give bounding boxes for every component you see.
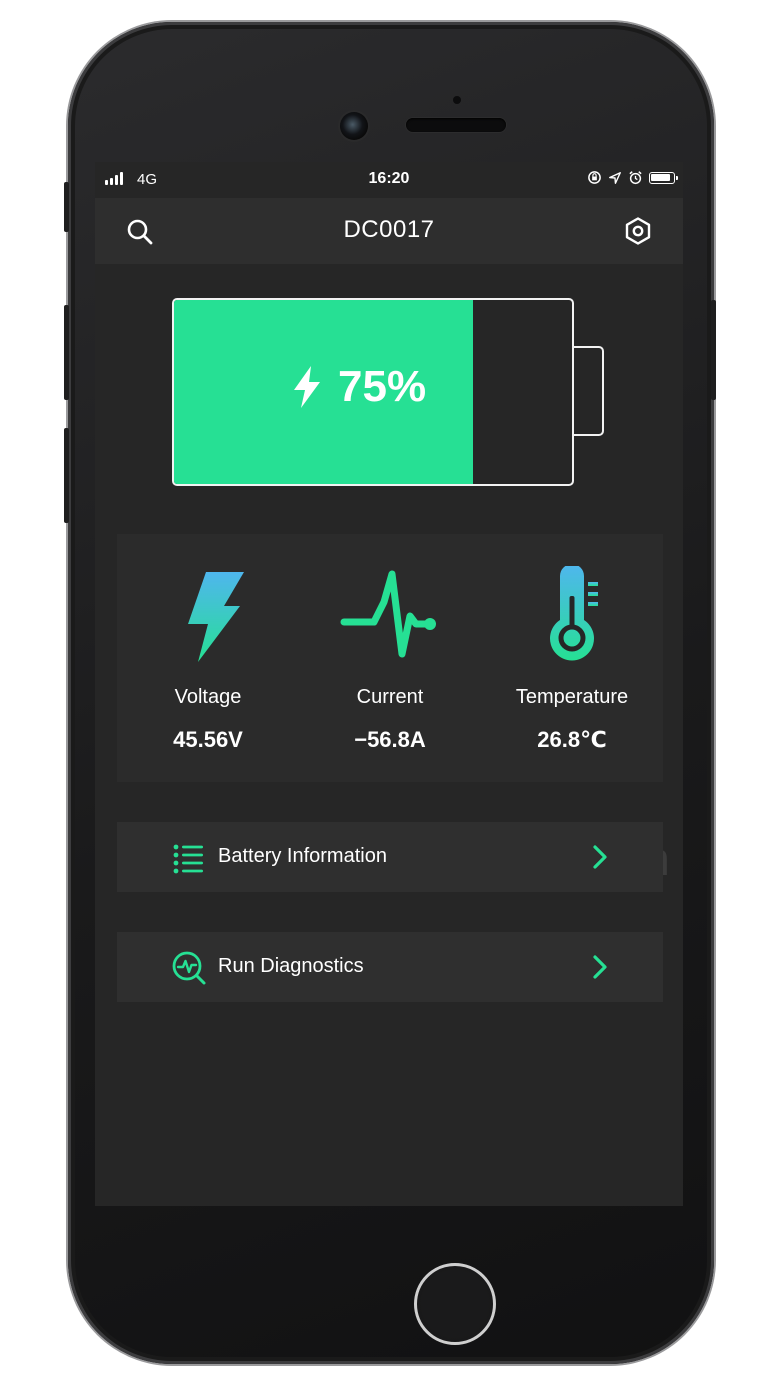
menu-label: Battery Information	[218, 845, 387, 867]
metric-current: Current −56.8A	[299, 566, 481, 753]
metric-temperature: Temperature 26.8℃	[481, 566, 663, 753]
metric-value: −56.8A	[354, 727, 426, 752]
volume-up-button	[64, 305, 69, 400]
nav-bar: DC0017	[95, 198, 683, 264]
metrics-panel: Voltage 45.56V Current −56.8A Temperatur…	[117, 534, 663, 782]
alarm-clock-icon	[629, 171, 642, 185]
metric-label: Temperature	[515, 686, 629, 708]
hexagon-gear-icon[interactable]	[623, 216, 653, 246]
volume-down-button	[64, 428, 69, 523]
thermometer-icon	[550, 566, 598, 661]
page-title: DC0017	[343, 216, 435, 243]
orientation-lock-icon	[588, 171, 601, 184]
front-camera	[340, 112, 368, 140]
battery-terminal	[572, 346, 604, 436]
battery-percent: 75%	[338, 362, 427, 411]
metric-value: 26.8℃	[537, 727, 607, 752]
status-battery-icon	[649, 171, 678, 184]
menu-label: Run Diagnostics	[218, 955, 364, 977]
metric-value: 45.56V	[173, 727, 243, 752]
lightning-bolt-icon	[188, 572, 244, 662]
metric-label: Current	[356, 686, 424, 708]
chevron-right-icon	[593, 955, 607, 979]
metric-label: Voltage	[174, 686, 242, 708]
metric-voltage: Voltage 45.56V	[117, 566, 299, 753]
chevron-right-icon	[593, 845, 607, 869]
home-button[interactable]	[414, 1263, 496, 1345]
earpiece-speaker	[406, 118, 506, 132]
status-bar: 4G 16:20	[95, 162, 683, 198]
charging-bolt-icon	[294, 366, 320, 408]
menu-battery-information[interactable]: Battery Information	[117, 822, 663, 892]
location-arrow-icon	[609, 171, 621, 184]
mute-switch	[64, 182, 69, 232]
power-button	[711, 300, 716, 400]
list-icon	[173, 844, 203, 874]
proximity-sensor	[453, 96, 461, 104]
menu-run-diagnostics[interactable]: Run Diagnostics	[117, 932, 663, 1002]
pulse-wave-icon	[340, 570, 436, 658]
diagnostics-search-icon	[172, 951, 206, 985]
app-screen: 4G 16:20 DC0017 75% Voltage 45.56V Curre…	[95, 162, 683, 1206]
